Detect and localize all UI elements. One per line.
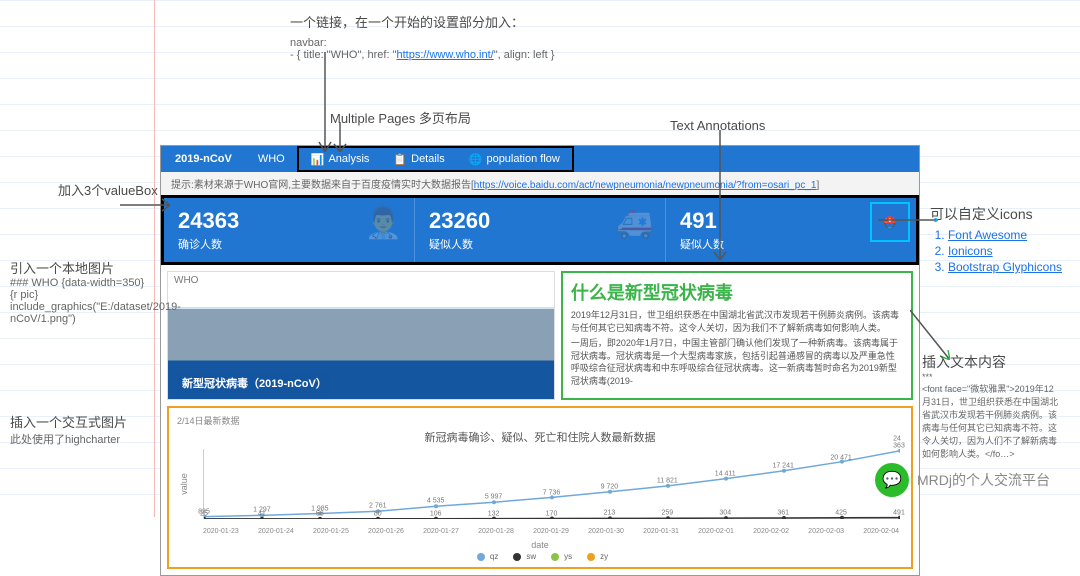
code-line-1: navbar: (290, 37, 554, 49)
anno-chart: 插入一个交互式图片 此处使用了highcharter (10, 412, 127, 447)
anno-chart-sub: 此处使用了highcharter (10, 431, 127, 447)
chart-date: 2/14日最新数据 (177, 414, 903, 427)
watermark-text: MRDj的个人交流平台 (917, 470, 1050, 490)
anno-navbar-title: 一个链接，在一个开始的设置部分加入： (290, 12, 554, 31)
anno-valuebox: 加入3个valueBox (58, 180, 158, 199)
valueboxes-row: 24363 确诊人数 👨‍⚕️ 23260 疑似人数 🚑 491 疑似人数 ⛑️ (161, 195, 919, 265)
user-md-icon: 👨‍⚕️ (365, 206, 402, 241)
tab-population-label: population flow (486, 153, 559, 165)
who-image-caption: 新型冠状病毒（2019-nCoV） (178, 373, 331, 393)
tab-details[interactable]: 📋 Details (381, 148, 456, 170)
icon-link-fa[interactable]: Font Awesome (948, 228, 1062, 242)
chart-xlabel: date (177, 540, 903, 550)
navbar: 2019-nCoV WHO 📊 Analysis 📋 Details 🌐 pop… (161, 146, 919, 172)
chart-ylabel: value (179, 473, 189, 495)
anno-multipages: Multiple Pages 多页布局 (330, 108, 471, 127)
chart-card: 2/14日最新数据 新冠病毒确诊、疑似、死亡和住院人数最新数据 value 83… (167, 406, 913, 569)
anno-textinsert-title: 插入文本内容 (922, 352, 1062, 372)
chart-xlabels: 2020-01-232020-01-242020-01-252020-01-26… (203, 528, 899, 535)
who-url-link[interactable]: https://www.who.int/ (396, 49, 493, 61)
wechat-icon: 💬 (875, 463, 909, 497)
anno-localimg-title: 引入一个本地图片 (10, 258, 160, 277)
icon-link-ion[interactable]: Ionicons (948, 244, 1062, 258)
chart-legend: qzswyszy (177, 552, 903, 561)
text-card-title: 什么是新型冠状病毒 (571, 279, 903, 305)
medkit-icon: ⛑️ (870, 202, 910, 242)
anno-textanno: Text Annotations (670, 118, 765, 133)
anno-icons-title: 可以自定义icons (930, 204, 1062, 224)
dashboard-frame: 2019-nCoV WHO 📊 Analysis 📋 Details 🌐 pop… (160, 145, 920, 576)
localimg-code1: ### WHO {data-width=350} (10, 277, 160, 289)
tab-analysis-label: Analysis (328, 153, 369, 165)
ambulance-icon: 🚑 (616, 206, 653, 241)
who-card-header: WHO (168, 272, 554, 289)
anno-localimg: 引入一个本地图片 ### WHO {data-width=350} {r pic… (10, 258, 160, 325)
row-2: WHO 新型冠状病毒（2019-nCoV） 什么是新型冠状病毒 2019年12月… (161, 265, 919, 406)
text-card-p1: 2019年12月31日，世卫组织获悉在中国湖北省武汉市发现若干例肺炎病例。该病毒… (571, 309, 903, 334)
subheader-pre: 提示:素材来源于WHO官网,主要数据来自于百度疫情实时大数据报告[ (171, 180, 474, 191)
code-post: ", align: left } (494, 49, 555, 61)
anno-icons: 可以自定义icons Font Awesome Ionicons Bootstr… (930, 204, 1062, 276)
text-annotation-card: 什么是新型冠状病毒 2019年12月31日，世卫组织获悉在中国湖北省武汉市发现若… (561, 271, 913, 400)
tab-population[interactable]: 🌐 population flow (457, 148, 572, 170)
localimg-code2: {r pic} (10, 289, 160, 301)
subheader: 提示:素材来源于WHO官网,主要数据来自于百度疫情实时大数据报告[https:/… (161, 172, 919, 195)
who-image: 新型冠状病毒（2019-nCoV） (168, 289, 554, 399)
subheader-post: ] (817, 180, 820, 191)
navbar-who-link[interactable]: WHO (246, 146, 297, 172)
anno-navbar-link: 一个链接，在一个开始的设置部分加入： navbar: - { title: "W… (290, 12, 554, 61)
chart-title: 新冠病毒确诊、疑似、死亡和住院人数最新数据 (177, 429, 903, 445)
code-line-2: - { title: "WHO", href: "https://www.who… (290, 49, 554, 61)
icon-link-glyph[interactable]: Bootstrap Glyphicons (948, 260, 1062, 274)
chart-area[interactable]: value 8351 2971 9852 7614 5355 9977 7369… (177, 449, 903, 539)
navbar-title: 2019-nCoV (161, 153, 246, 165)
valuebox-suspected: 23260 疑似人数 🚑 (415, 198, 666, 262)
arrow-textanno (710, 130, 730, 260)
anno-chart-title: 插入一个交互式图片 (10, 412, 127, 431)
anno-textinsert: 插入文本内容 *** <font face="微软雅黑">2019年12月31日… (922, 352, 1062, 460)
who-card: WHO 新型冠状病毒（2019-nCoV） (167, 271, 555, 400)
watermark: 💬 MRDj的个人交流平台 (875, 463, 1050, 497)
textinsert-code: *** <font face="微软雅黑">2019年12月31日，世卫组织获悉… (922, 372, 1062, 460)
text-card-p2: 一周后，即2020年1月7日，中国主管部门确认他们发现了一种新病毒。该病毒属于冠… (571, 337, 903, 387)
chart-plot: 8351 2971 9852 7614 5355 9977 7369 72011… (203, 449, 899, 519)
localimg-code3: include_graphics("E:/dataset/2019-nCoV/1… (10, 301, 160, 325)
tab-details-label: Details (411, 153, 445, 165)
code-pre: - { title: "WHO", href: " (290, 49, 396, 61)
valuebox-deaths: 491 疑似人数 ⛑️ (666, 198, 916, 262)
subheader-link[interactable]: https://voice.baidu.com/act/newpneumonia… (474, 180, 817, 191)
valuebox-confirmed: 24363 确诊人数 👨‍⚕️ (164, 198, 415, 262)
